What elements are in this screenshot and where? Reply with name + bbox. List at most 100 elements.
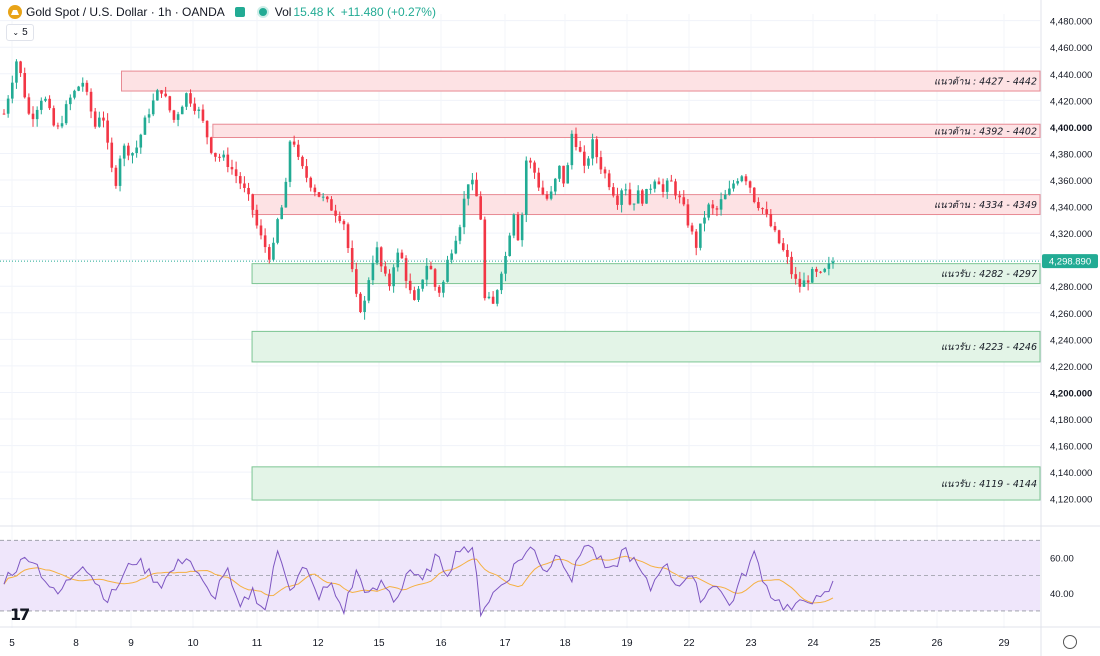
candle-body (408, 280, 412, 291)
candle-body (342, 221, 346, 225)
candle-body (442, 281, 445, 293)
candle-body (529, 160, 532, 163)
candle-body (516, 214, 520, 241)
candle-body (454, 240, 458, 254)
candle-body (267, 247, 271, 260)
candle-body (143, 117, 147, 135)
rsi-tick-label: 60.00 (1050, 553, 1074, 564)
tradingview-logo[interactable]: 17 (10, 605, 30, 624)
x-tick-label: 26 (931, 638, 943, 649)
candle-body (653, 181, 657, 189)
y-tick-label: 4,260.000 (1050, 309, 1092, 320)
candle-body (147, 114, 151, 118)
symbol-title[interactable]: Gold Spot / U.S. Dollar · 1h · OANDA (26, 5, 225, 19)
candle-body (272, 242, 275, 260)
candle-body (81, 82, 85, 87)
candle-body (537, 172, 541, 188)
candle-body (280, 207, 284, 220)
candle-body (533, 162, 536, 173)
candle-body (226, 154, 230, 168)
candle-body (355, 269, 358, 294)
volume-value: 15.48 K (293, 5, 335, 19)
candle-body (56, 125, 60, 127)
y-tick-label: 4,400.000 (1050, 123, 1092, 134)
price-chart[interactable]: แนวต้าน : 4427 - 4442 แนวต้าน : 4392 - 44… (0, 0, 1100, 656)
candle-body (259, 225, 263, 236)
candle-body (773, 226, 777, 231)
candle-body (678, 195, 681, 198)
y-tick-label: 4,200.000 (1050, 388, 1092, 399)
candle-body (491, 296, 495, 304)
x-tick-label: 25 (869, 638, 881, 649)
y-tick-label: 4,280.000 (1050, 282, 1092, 293)
y-tick-label: 4,380.000 (1050, 149, 1092, 160)
candle-body (131, 153, 134, 156)
candle-body (317, 192, 321, 197)
candle-body (570, 133, 574, 166)
candle-body (475, 179, 478, 197)
y-tick-label: 4,180.000 (1050, 415, 1092, 426)
candle-body (31, 113, 35, 120)
y-tick-label: 4,360.000 (1050, 176, 1092, 187)
candle-body (156, 90, 159, 101)
candle-body (641, 190, 644, 204)
candle-body (612, 187, 615, 196)
candle-body (732, 183, 735, 189)
candle-body (765, 209, 768, 215)
gold-symbol-icon (8, 5, 22, 19)
candle-body (462, 198, 466, 228)
support-zone (251, 330, 1041, 363)
indicator-toggle-button[interactable]: ⌄ 5 (6, 24, 34, 41)
candle-body (164, 93, 167, 97)
resistance-zone (120, 70, 1041, 92)
candle-body (180, 106, 184, 115)
zone-label: แนวต้าน : 4334 - 4349 (934, 200, 1037, 211)
candle-body (135, 147, 138, 154)
candle-body (790, 256, 793, 275)
candle-body (396, 252, 400, 268)
x-tick-label: 23 (745, 638, 757, 649)
candle-body (197, 109, 201, 111)
candle-body (421, 279, 424, 289)
candle-body (541, 187, 545, 195)
candle-body (102, 117, 105, 121)
candle-body (578, 147, 582, 152)
candle-body (707, 204, 710, 218)
candle-body (674, 181, 677, 196)
candle-body (77, 86, 80, 91)
candle-body (359, 293, 362, 313)
candle-body (301, 156, 304, 167)
candle-body (367, 280, 371, 301)
indicator-count: 5 (22, 27, 28, 38)
y-tick-label: 4,460.000 (1050, 43, 1092, 54)
candle-body (168, 96, 172, 111)
candle-body (6, 98, 10, 114)
candle-body (562, 165, 565, 184)
candle-body (429, 265, 433, 270)
candle-body (127, 145, 130, 156)
candle-body (450, 253, 453, 260)
candle-body (35, 109, 39, 120)
candle-body (632, 203, 636, 205)
candle-body (466, 184, 470, 199)
resistance-zone (212, 123, 1041, 139)
candle-body (690, 225, 694, 232)
candle-body (607, 173, 611, 188)
candle-body (247, 187, 250, 195)
y-tick-label: 4,440.000 (1050, 70, 1092, 81)
candle-body (425, 265, 429, 280)
candle-body (520, 214, 524, 241)
candle-body (802, 280, 806, 287)
candle-body (139, 134, 143, 148)
candle-body (305, 166, 308, 178)
candle-body (815, 268, 818, 272)
candle-body (243, 183, 246, 188)
candle-body (566, 165, 570, 184)
x-tick-label: 10 (187, 638, 199, 649)
candle-body (205, 120, 209, 138)
settings-gear-icon[interactable] (1063, 635, 1077, 649)
candle-body (794, 274, 797, 279)
candle-body (10, 82, 14, 99)
candle-body (118, 158, 122, 186)
candle-body (309, 177, 313, 188)
